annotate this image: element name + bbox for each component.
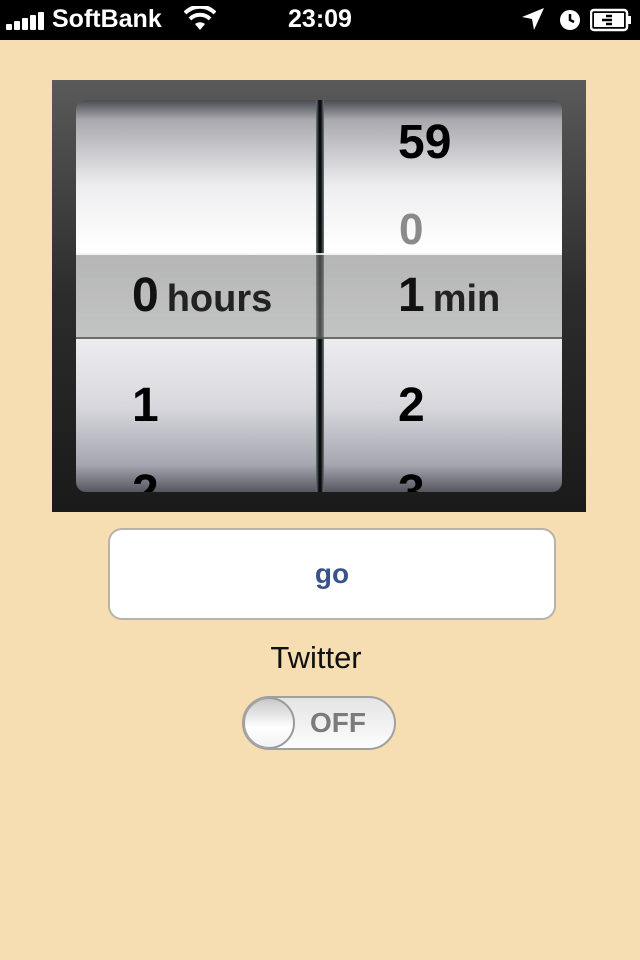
minutes-row-below-1: 2 xyxy=(398,379,425,432)
hours-row-above-2 xyxy=(76,101,316,187)
minutes-unit-label: min xyxy=(432,278,501,320)
minutes-selected[interactable]: 1 min xyxy=(398,253,500,339)
minutes-row-above-2: 59 xyxy=(398,116,452,169)
hours-selected[interactable]: 0 hours xyxy=(132,253,272,339)
time-picker: 1 2 59 0 2 3 0hours 1min xyxy=(52,80,586,512)
location-arrow-icon xyxy=(522,8,544,30)
hours-selected-value: 0 xyxy=(132,269,159,322)
twitter-label: Twitter xyxy=(270,640,362,675)
toggle-state-label: OFF xyxy=(310,707,366,738)
minutes-selected-value: 1 xyxy=(398,269,425,322)
toggle-knob[interactable] xyxy=(244,698,295,748)
battery-charging-icon xyxy=(590,8,631,32)
twitter-toggle[interactable]: OFF xyxy=(242,696,396,750)
minutes-row-below-2: 3 xyxy=(324,450,562,492)
go-button[interactable]: go xyxy=(108,528,556,620)
alarm-clock-icon xyxy=(560,10,580,30)
hours-unit-label: hours xyxy=(166,278,273,320)
hours-row-below-1: 1 xyxy=(132,379,159,432)
hours-row-below-2: 2 xyxy=(76,450,316,492)
status-bar: SoftBank 23:09 xyxy=(0,0,640,40)
